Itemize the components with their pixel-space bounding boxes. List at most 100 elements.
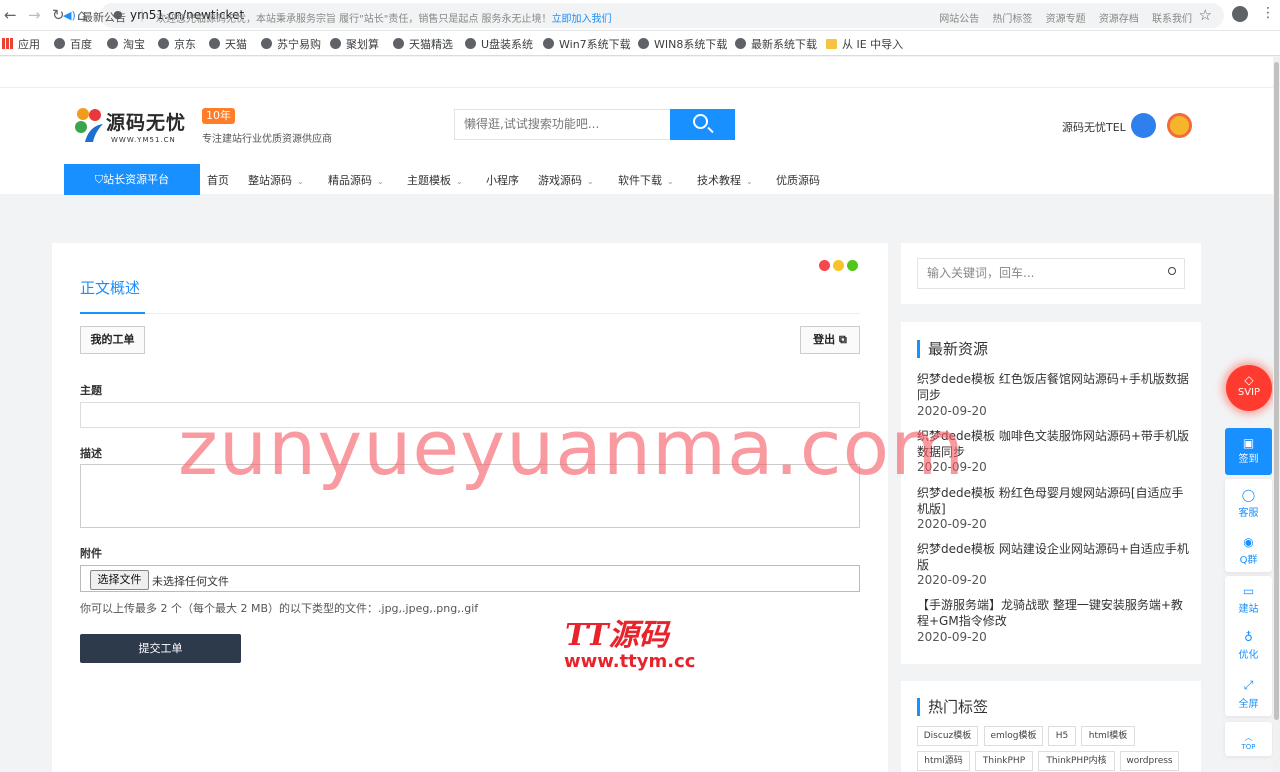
bookmark-item[interactable]: 淘宝: [107, 36, 145, 52]
bookmark-item[interactable]: 天猫精选: [393, 36, 453, 52]
globe-icon: [393, 38, 404, 49]
sidebar-search-input[interactable]: 输入关键词，回车...: [917, 258, 1185, 289]
headset-icon: ◯: [1241, 488, 1256, 502]
dot-green: [847, 260, 858, 271]
nav-item[interactable]: 软件下载 ⌄: [618, 172, 674, 188]
signin-button[interactable]: ▣ 签到: [1225, 428, 1272, 475]
file-status: 未选择任何文件: [152, 575, 229, 588]
bookmark-item[interactable]: 百度: [54, 36, 92, 52]
account-icon[interactable]: [1232, 6, 1248, 22]
forward-icon[interactable]: →: [28, 6, 41, 24]
bookmark-item[interactable]: 聚划算: [330, 36, 379, 52]
bookmark-item[interactable]: WIN8系统下载: [638, 36, 727, 52]
logo-name: 源码无忧: [106, 112, 187, 134]
nav-item[interactable]: 优质源码: [776, 172, 820, 188]
bookmark-apps[interactable]: 应用: [2, 36, 40, 52]
tag-link[interactable]: html模板: [1081, 726, 1135, 746]
folder-icon: [826, 39, 837, 49]
divider: |: [140, 8, 145, 22]
header-search-button[interactable]: [670, 109, 735, 140]
tag-link[interactable]: H5: [1048, 726, 1076, 746]
top-link[interactable]: 网站公告: [939, 14, 979, 25]
chevron-down-icon: ⌄: [587, 177, 594, 186]
notice-text: 欢迎您光临源码无忧，本站秉承服务宗旨 履行"站长"责任，销售只是起点 服务永无止…: [156, 14, 612, 25]
calendar-check-icon: ▣: [1242, 436, 1255, 450]
resource-date: 2020-09-20: [917, 573, 987, 587]
resource-link[interactable]: 【手游服务端】龙骑战歌 整理一键安装服务端+教程+GM指令修改: [917, 597, 1189, 629]
tab-overview[interactable]: 正文概述: [80, 277, 140, 298]
tag-link[interactable]: wordpress: [1120, 751, 1179, 771]
top-link[interactable]: 资源存档: [1099, 14, 1139, 25]
diamond-icon: ◇: [1244, 373, 1254, 387]
years-badge: 10年: [202, 108, 235, 124]
support-button[interactable]: ◯ 客服: [1225, 488, 1272, 519]
bookmark-item[interactable]: 最新系统下载: [735, 36, 817, 52]
site-topbar: [0, 57, 1280, 88]
tag-link[interactable]: Discuz模板: [917, 726, 978, 746]
chevron-down-icon: ⌄: [297, 177, 304, 186]
svip-button[interactable]: ◇ SVIP: [1226, 365, 1272, 411]
notice-label: 最新公告: [82, 11, 126, 24]
nav-item-home[interactable]: 首页: [207, 172, 229, 188]
resource-link[interactable]: 织梦dede模板 网站建设企业网站源码+自适应手机版: [917, 541, 1189, 573]
bookmark-item[interactable]: Win7系统下载: [543, 36, 631, 52]
globe-icon: [107, 38, 118, 49]
bookmark-item[interactable]: U盘装系统: [465, 36, 533, 52]
attachment-label: 附件: [80, 547, 102, 560]
resource-date: 2020-09-20: [917, 517, 987, 531]
chevron-down-icon: ⌄: [746, 177, 753, 186]
menu-icon[interactable]: ⋮: [1261, 5, 1275, 21]
menu-circle-icon[interactable]: [1167, 113, 1192, 138]
search-circle-icon[interactable]: [1131, 113, 1156, 138]
lightbulb-icon: ♁: [1244, 630, 1253, 644]
top-link[interactable]: 热门标签: [992, 14, 1032, 25]
expand-icon: ⤢: [1243, 678, 1254, 692]
header-search-input[interactable]: 懒得逛,试试搜索功能吧...: [454, 109, 671, 140]
resource-link[interactable]: 织梦dede模板 红色饭店餐馆网站源码+手机版数据同步: [917, 371, 1189, 403]
bookmark-item[interactable]: 京东: [158, 36, 196, 52]
build-site-button[interactable]: ▭ 建站: [1225, 584, 1272, 615]
top-links: 网站公告 热门标签 资源专题 资源存档 联系我们: [929, 10, 1192, 25]
tag-link[interactable]: ThinkPHP: [975, 751, 1033, 771]
nav-item[interactable]: 精品源码 ⌄: [328, 172, 384, 188]
fullscreen-button[interactable]: ⤢ 全屏: [1225, 678, 1272, 710]
globe-icon: [261, 38, 272, 49]
tag-link[interactable]: emlog模板: [984, 726, 1043, 746]
globe-icon: [543, 38, 554, 49]
globe-icon: [735, 38, 746, 49]
description-label: 描述: [80, 447, 102, 460]
my-tickets-button[interactable]: 我的工单: [80, 326, 145, 354]
tag-link[interactable]: html源码: [917, 751, 970, 771]
top-link[interactable]: 联系我们: [1152, 14, 1192, 25]
tab-active-indicator: [80, 312, 145, 314]
bookmark-star-icon[interactable]: ☆: [1199, 6, 1212, 24]
nav-item[interactable]: 主题模板 ⌄: [407, 172, 463, 188]
tab-divider: [80, 313, 860, 314]
nav-item[interactable]: 游戏源码 ⌄: [538, 172, 594, 188]
optimize-button[interactable]: ♁ 优化: [1225, 630, 1272, 661]
bookmark-item[interactable]: 天猫: [209, 36, 247, 52]
choose-file-button[interactable]: 选择文件: [90, 570, 149, 590]
qq-group-button[interactable]: ◉ Q群: [1225, 535, 1272, 566]
back-icon[interactable]: ←: [4, 6, 17, 24]
nav-item[interactable]: 整站源码 ⌄: [248, 172, 304, 188]
nav-primary-button[interactable]: ⛉站长资源平台: [64, 164, 200, 195]
dot-yellow: [833, 260, 844, 271]
window-dots: [819, 260, 861, 274]
chevron-up-icon: ︿: [1244, 733, 1253, 742]
back-to-top-button[interactable]: ︿ TOP: [1225, 732, 1272, 751]
nav-item[interactable]: 技术教程 ⌄: [697, 172, 753, 188]
search-icon[interactable]: [1168, 267, 1176, 275]
upload-hint: 你可以上传最多 2 个（每个最大 2 MB）的以下类型的文件：.jpg,.jpe…: [80, 602, 479, 615]
bookmark-item[interactable]: 从 IE 中导入: [826, 36, 903, 52]
tag-link[interactable]: ThinkPHP内核: [1038, 751, 1115, 771]
nav-item[interactable]: 小程序: [486, 172, 519, 188]
globe-icon: [54, 38, 65, 49]
bookmark-item[interactable]: 苏宁易购: [261, 36, 321, 52]
logout-button[interactable]: 登出 ⧉: [800, 326, 860, 354]
join-link[interactable]: 立即加入我们: [552, 14, 612, 25]
submit-ticket-button[interactable]: 提交工单: [80, 634, 241, 663]
top-link[interactable]: 资源专题: [1046, 14, 1086, 25]
site-logo[interactable]: 源码无忧 WWW.YM51.CN: [73, 106, 197, 150]
scrollbar-thumb[interactable]: [1274, 62, 1279, 720]
